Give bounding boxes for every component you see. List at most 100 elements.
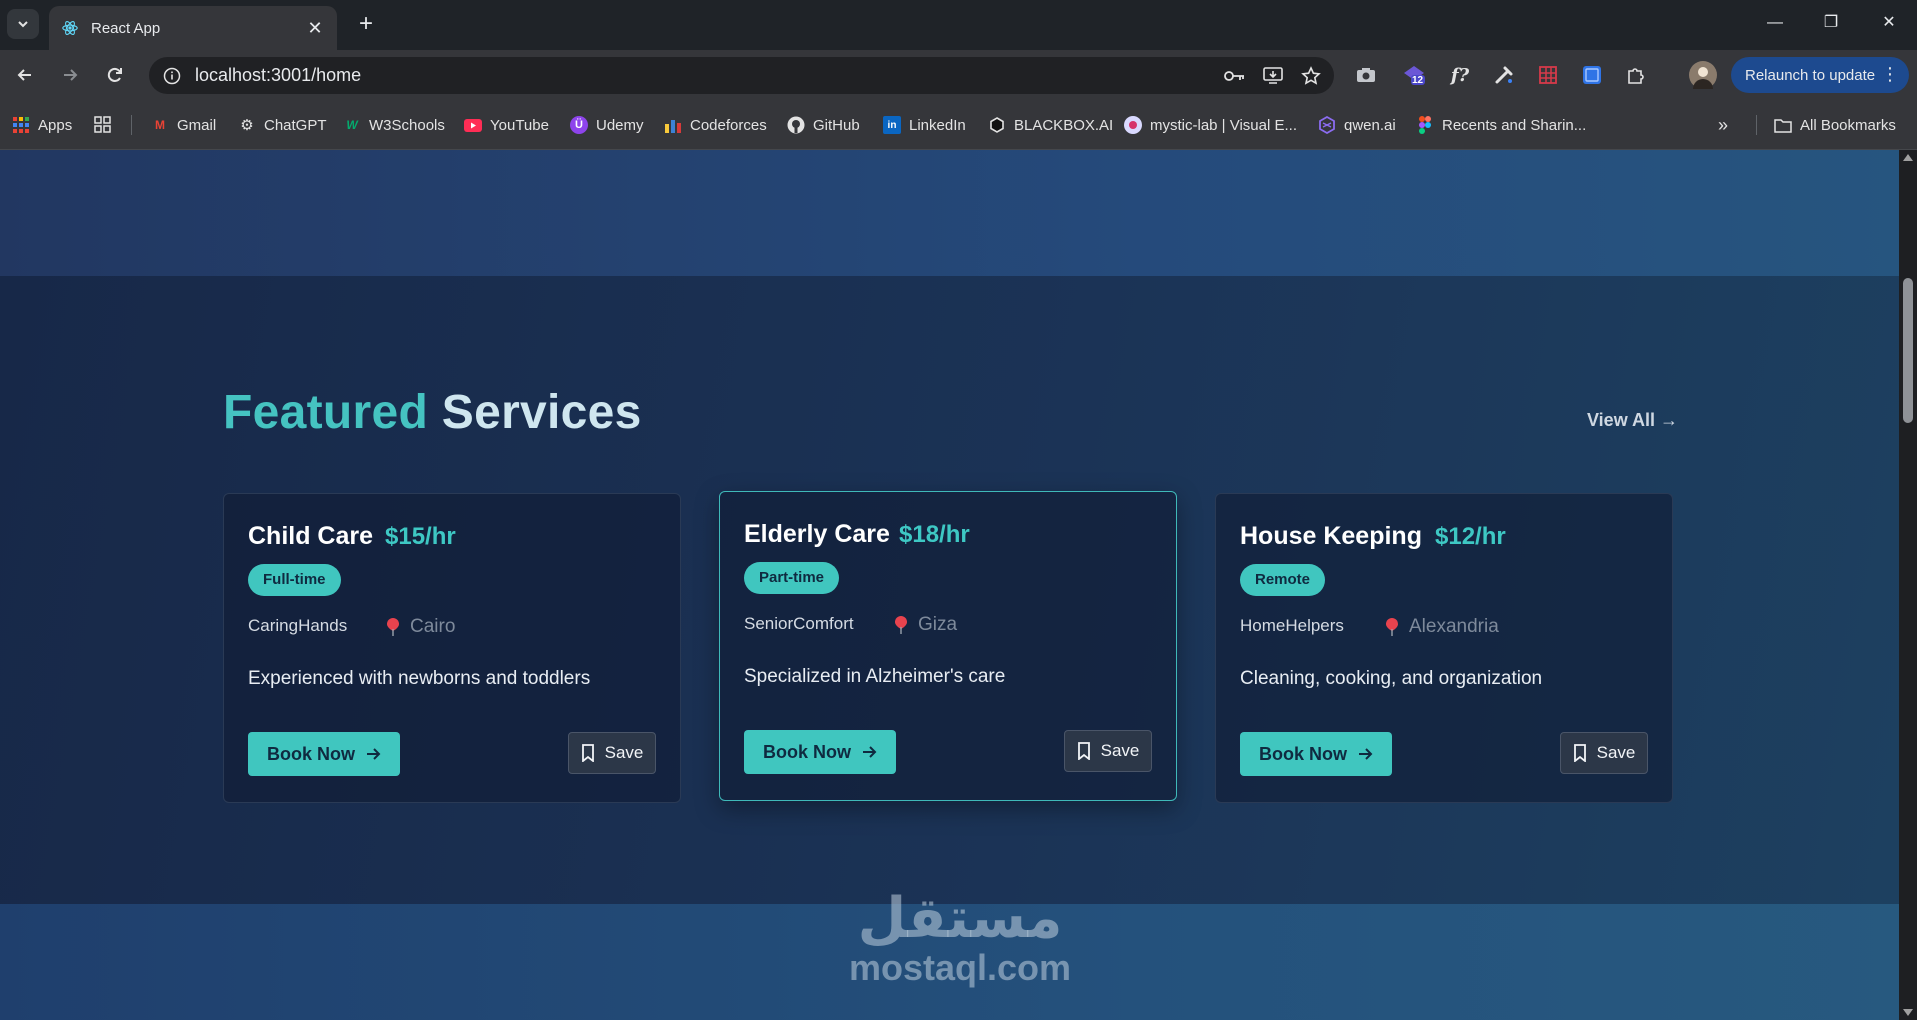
book-now-label: Book Now (1259, 743, 1347, 764)
location: Giza (894, 614, 957, 636)
service-name: Elderly Care (744, 520, 890, 548)
job-type-badge: Part-time (744, 562, 840, 594)
profile-avatar[interactable] (1689, 61, 1717, 89)
bookmark-figma[interactable]: Recents and Sharin... (1416, 114, 1586, 136)
bookmark-label: Recents and Sharin... (1442, 116, 1587, 134)
github-icon (787, 116, 805, 134)
scroll-up-icon[interactable] (1903, 154, 1913, 161)
reload-icon (107, 67, 122, 82)
grid-extension-icon[interactable] (1534, 61, 1562, 89)
bookmark-label: YouTube (490, 116, 549, 134)
save-label: Save (604, 743, 644, 762)
bookmark-gmail[interactable]: M Gmail (151, 114, 216, 136)
service-name: Child Care (248, 522, 374, 550)
section-title: Featured Services (223, 385, 642, 440)
bookmark-codeforces[interactable]: Codeforces (664, 114, 767, 136)
close-window-button[interactable]: ✕ (1871, 8, 1907, 38)
gmail-icon: M (155, 118, 165, 132)
book-now-button[interactable]: Book Now (744, 730, 896, 774)
all-bookmarks-label: All Bookmarks (1800, 116, 1896, 134)
notification-extension-icon[interactable]: 12 (1400, 61, 1428, 89)
bookmark-star-icon[interactable] (1296, 61, 1326, 91)
browser-tab[interactable]: React App ✕ (49, 6, 337, 50)
view-all-link[interactable]: View All → (1587, 410, 1678, 431)
watermark-arabic: مستقل (857, 886, 1063, 951)
bookmark-github[interactable]: GitHub (787, 114, 860, 136)
chatgpt-icon: ⚙ (240, 117, 254, 134)
service-description: Cleaning, cooking, and organization (1240, 668, 1543, 689)
formula-extension-icon[interactable]: f? (1446, 61, 1474, 89)
page-scrollbar[interactable] (1899, 150, 1917, 1020)
all-bookmarks-button[interactable]: All Bookmarks (1774, 114, 1896, 136)
save-label: Save (1100, 741, 1140, 760)
bookmark-udemy[interactable]: Ü Udemy (570, 114, 644, 136)
new-tab-button[interactable]: + (352, 10, 380, 38)
bookmark-label: W3Schools (369, 116, 445, 134)
arrow-right-icon (64, 69, 78, 81)
more-menu-icon[interactable]: ⋮ (1881, 64, 1899, 85)
relaunch-button[interactable]: Relaunch to update ⋮ (1731, 57, 1909, 93)
save-button[interactable]: Save (1064, 730, 1152, 772)
save-button[interactable]: Save (1560, 732, 1648, 774)
forward-button[interactable] (55, 60, 85, 90)
window-extension-icon[interactable] (1578, 61, 1606, 89)
bookmark-linkedin[interactable]: in LinkedIn (883, 114, 966, 136)
tab-groups-button[interactable] (94, 114, 120, 136)
extension-badge: 12 (1412, 75, 1424, 86)
location-text: Cairo (410, 616, 456, 637)
service-card-elderly-care: Elderly Care $18/hr Part-time SeniorComf… (719, 491, 1177, 801)
password-key-icon[interactable] (1220, 61, 1250, 91)
more-bookmarks-icon[interactable]: » (1718, 114, 1728, 136)
save-button[interactable]: Save (568, 732, 656, 774)
tab-title: React App (91, 19, 161, 37)
scroll-down-icon[interactable] (1903, 1009, 1913, 1016)
minimize-button[interactable]: — (1757, 8, 1793, 38)
address-bar[interactable]: localhost:3001/home (149, 57, 1334, 94)
bookmark-chatgpt[interactable]: ⚙ ChatGPT (238, 114, 326, 136)
puzzle-extensions-icon[interactable] (1622, 61, 1650, 89)
bookmark-label: Udemy (596, 116, 644, 134)
page-viewport: Featured Services View All → Child Care … (0, 150, 1899, 1020)
bookmark-w3schools[interactable]: W W3Schools (343, 114, 445, 136)
bookmark-label: mystic-lab | Visual E... (1150, 116, 1297, 134)
apps-grid-icon (12, 116, 30, 134)
mostaql-watermark: مستقل mostaql.com (840, 888, 1080, 986)
location-pin-icon (895, 616, 907, 634)
scrollbar-thumb[interactable] (1903, 278, 1913, 423)
tab-search-dropdown[interactable] (7, 9, 39, 39)
youtube-icon (464, 116, 482, 134)
bookmark-qwen[interactable]: qwen.ai (1318, 114, 1396, 136)
book-now-button[interactable]: Book Now (248, 732, 400, 776)
bookmark-icon (581, 744, 594, 762)
chevron-down-icon (18, 21, 28, 28)
back-button[interactable] (10, 60, 40, 90)
book-now-button[interactable]: Book Now (1240, 732, 1392, 776)
site-info-icon[interactable] (163, 67, 181, 85)
bookmark-label: BLACKBOX.AI (1014, 116, 1114, 134)
dropper-extension-icon[interactable] (1490, 61, 1518, 89)
location-text: Alexandria (1409, 616, 1499, 637)
w3schools-icon: W (346, 118, 358, 132)
job-type-badge: Full-time (248, 564, 341, 596)
reload-button[interactable] (100, 60, 130, 90)
company-name: HomeHelpers (1240, 616, 1344, 635)
bookmark-youtube[interactable]: YouTube (464, 114, 549, 136)
bookmark-mystic-lab[interactable]: mystic-lab | Visual E... (1124, 114, 1297, 136)
location-pin-icon (1386, 618, 1398, 636)
bookmark-blackbox[interactable]: BLACKBOX.AI (988, 114, 1113, 136)
install-app-icon[interactable] (1258, 61, 1288, 91)
bookmarks-divider (1756, 115, 1757, 135)
camera-extension-icon[interactable] (1352, 61, 1380, 89)
section-title-accent: Featured (223, 386, 429, 439)
book-now-label: Book Now (763, 741, 851, 762)
restore-button[interactable]: ❐ (1813, 8, 1849, 38)
bookmark-apps[interactable]: Apps (12, 114, 72, 136)
bookmarks-divider (131, 115, 132, 135)
close-tab-icon[interactable]: ✕ (305, 18, 325, 39)
location: Cairo (386, 616, 455, 638)
blackbox-icon (988, 116, 1006, 134)
service-card-house-keeping: House Keeping $12/hr Remote HomeHelpers … (1215, 493, 1673, 803)
mystic-lab-icon (1124, 116, 1142, 134)
figma-icon (1416, 116, 1434, 134)
location: Alexandria (1385, 616, 1499, 638)
